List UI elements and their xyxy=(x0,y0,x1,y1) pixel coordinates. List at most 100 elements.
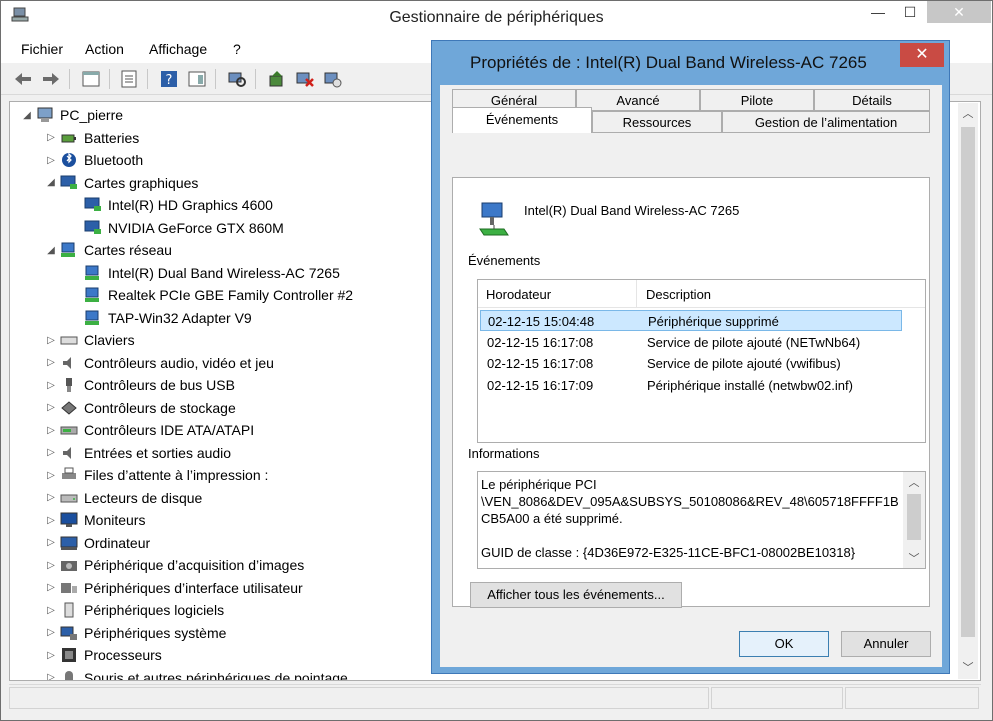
dialog-close-button[interactable]: ✕ xyxy=(900,43,944,67)
update-driver-icon[interactable] xyxy=(267,70,287,88)
tree-item[interactable]: ▷ Bluetooth xyxy=(44,149,143,171)
expand-arrow-icon[interactable]: ▷ xyxy=(44,672,58,680)
dialog-title: Propriétés de : Intel(R) Dual Band Wirel… xyxy=(470,53,867,72)
enable-device-icon[interactable] xyxy=(323,70,343,88)
tree-item[interactable]: ▷ Ordinateur xyxy=(44,532,150,554)
tree-item[interactable]: ▷ Périphérique d’acquisition d’images xyxy=(44,554,304,576)
tree-item[interactable]: ▷ Souris et autres périphériques de point… xyxy=(44,667,348,681)
tree-item[interactable]: ◢ Cartes réseau xyxy=(44,239,172,261)
tree-item[interactable]: NVIDIA GeForce GTX 860M xyxy=(68,217,284,239)
minimize-button[interactable]: — xyxy=(863,1,893,23)
tree-item[interactable]: Intel(R) HD Graphics 4600 xyxy=(68,194,273,216)
cancel-button[interactable]: Annuler xyxy=(841,631,931,657)
menu-affichage[interactable]: Affichage xyxy=(149,41,207,57)
tree-item[interactable]: ▷ Contrôleurs IDE ATA/ATAPI xyxy=(44,419,254,441)
vertical-scrollbar[interactable]: ︿ ﹀ xyxy=(958,103,978,679)
info-textbox[interactable]: Le périphérique PCI \VEN_8086&DEV_095A&S… xyxy=(477,471,926,569)
tree-item[interactable]: Intel(R) Dual Band Wireless-AC 7265 xyxy=(68,262,340,284)
menu-help[interactable]: ? xyxy=(233,41,241,57)
event-row[interactable]: 02-12-15 16:17:09 Périphérique installé (… xyxy=(480,375,902,396)
maximize-button[interactable]: ☐ xyxy=(895,1,925,23)
expand-arrow-icon[interactable]: ▷ xyxy=(44,380,58,391)
expand-arrow-icon[interactable]: ▷ xyxy=(44,627,58,638)
menu-action[interactable]: Action xyxy=(85,41,124,57)
expand-arrow-icon[interactable]: ▷ xyxy=(44,155,58,166)
tree-item[interactable]: Realtek PCIe GBE Family Controller #2 xyxy=(68,284,353,306)
back-arrow-icon[interactable] xyxy=(13,70,33,88)
tree-item[interactable]: ▷ Contrôleurs de bus USB xyxy=(44,374,235,396)
scroll-down-arrow-icon[interactable]: ﹀ xyxy=(958,659,978,677)
tree-item[interactable]: ▷ Files d’attente à l’impression : xyxy=(44,464,268,486)
tree-item-label: Claviers xyxy=(84,332,135,348)
collapse-arrow-icon[interactable]: ◢ xyxy=(20,110,34,121)
tree-item-label: Intel(R) HD Graphics 4600 xyxy=(108,197,273,213)
tree-item[interactable]: ▷ Périphériques logiciels xyxy=(44,599,224,621)
expand-arrow-icon[interactable]: ▷ xyxy=(44,560,58,571)
events-label: Événements xyxy=(468,253,541,268)
menu-fichier[interactable]: Fichier xyxy=(21,41,63,57)
expand-arrow-icon[interactable]: ▷ xyxy=(44,335,58,346)
properties-icon[interactable] xyxy=(119,70,139,88)
expand-arrow-icon[interactable]: ▷ xyxy=(44,492,58,503)
event-description: Service de pilote ajouté (vwifibus) xyxy=(647,356,841,371)
collapse-arrow-icon[interactable]: ◢ xyxy=(44,245,58,256)
tree-item[interactable]: ▷ Contrôleurs audio, vidéo et jeu xyxy=(44,352,274,374)
tree-item[interactable]: TAP-Win32 Adapter V9 xyxy=(68,307,252,329)
expand-arrow-icon[interactable]: ▷ xyxy=(44,605,58,616)
forward-arrow-icon[interactable] xyxy=(41,70,61,88)
expand-arrow-icon[interactable]: ▷ xyxy=(44,650,58,661)
tree-root[interactable]: ◢ PC_pierre xyxy=(20,104,123,126)
computer-icon xyxy=(60,535,78,551)
tree-item[interactable]: ▷ Périphériques d’interface utilisateur xyxy=(44,577,303,599)
scrollbar-thumb[interactable] xyxy=(907,494,921,540)
expand-arrow-icon[interactable]: ▷ xyxy=(44,132,58,143)
expand-arrow-icon[interactable]: ▷ xyxy=(44,447,58,458)
tab-ressources[interactable]: Ressources xyxy=(592,111,722,133)
expand-arrow-icon[interactable]: ▷ xyxy=(44,470,58,481)
tree-item-label: Entrées et sorties audio xyxy=(84,444,232,461)
tree-item[interactable]: ▷ Lecteurs de disque xyxy=(44,487,202,509)
title-bar[interactable]: Gestionnaire de périphériques — ☐ ✕ xyxy=(1,1,992,37)
collapse-arrow-icon[interactable]: ◢ xyxy=(44,177,58,188)
show-all-events-button[interactable]: Afficher tous les événements... xyxy=(470,582,682,608)
info-scrollbar[interactable]: ︿ ﹀ xyxy=(903,472,925,568)
scan-hardware-icon[interactable] xyxy=(227,70,247,88)
expand-arrow-icon[interactable]: ▷ xyxy=(44,582,58,593)
event-time: 02-12-15 16:17:09 xyxy=(487,377,594,393)
tab-evenements[interactable]: Événements xyxy=(452,107,592,133)
tab-pilote[interactable]: Pilote xyxy=(700,89,814,111)
expand-arrow-icon[interactable]: ▷ xyxy=(44,425,58,436)
expand-arrow-icon[interactable]: ▷ xyxy=(44,402,58,413)
event-row[interactable]: 02-12-15 15:04:48 Périphérique supprimé xyxy=(480,310,902,331)
expand-arrow-icon[interactable]: ▷ xyxy=(44,515,58,526)
scrollbar-thumb[interactable] xyxy=(961,127,975,637)
tab-details[interactable]: Détails xyxy=(814,89,930,111)
tree-item[interactable]: ▷ Moniteurs xyxy=(44,509,145,531)
tab-avance[interactable]: Avancé xyxy=(576,89,700,111)
tree-item[interactable]: ▷ Entrées et sorties audio xyxy=(44,442,231,464)
ok-button[interactable]: OK xyxy=(739,631,829,657)
tab-gestion-alimentation[interactable]: Gestion de l’alimentation xyxy=(722,111,930,133)
action-pane-icon[interactable] xyxy=(187,70,207,88)
column-horodateur[interactable]: Horodateur xyxy=(486,287,551,302)
help-icon[interactable]: ? xyxy=(159,70,179,88)
scroll-up-arrow-icon[interactable]: ︿ xyxy=(958,105,978,123)
uninstall-icon[interactable] xyxy=(295,70,315,88)
scroll-up-arrow-icon[interactable]: ︿ xyxy=(903,474,925,490)
tree-item[interactable]: ◢ Cartes graphiques xyxy=(44,172,198,194)
expand-arrow-icon[interactable]: ▷ xyxy=(44,537,58,548)
tree-item[interactable]: ▷ Périphériques système xyxy=(44,622,226,644)
event-row[interactable]: 02-12-15 16:17:08 Service de pilote ajout… xyxy=(480,353,902,374)
show-hide-tree-icon[interactable] xyxy=(81,70,101,88)
column-description[interactable]: Description xyxy=(646,287,711,302)
tree-item[interactable]: ▷ Contrôleurs de stockage xyxy=(44,397,236,419)
expand-arrow-icon[interactable]: ▷ xyxy=(44,357,58,368)
scroll-down-arrow-icon[interactable]: ﹀ xyxy=(903,550,925,566)
tree-item-label: Souris et autres périphériques de pointa… xyxy=(84,669,348,681)
close-button[interactable]: ✕ xyxy=(927,1,991,23)
event-row[interactable]: 02-12-15 16:17:08 Service de pilote ajout… xyxy=(480,332,902,353)
events-list[interactable]: Horodateur Description 02-12-15 15:04:48… xyxy=(477,279,926,443)
tree-item[interactable]: ▷ Processeurs xyxy=(44,644,162,666)
tree-item[interactable]: ▷ Claviers xyxy=(44,329,135,351)
tree-item[interactable]: ▷ Batteries xyxy=(44,127,139,149)
